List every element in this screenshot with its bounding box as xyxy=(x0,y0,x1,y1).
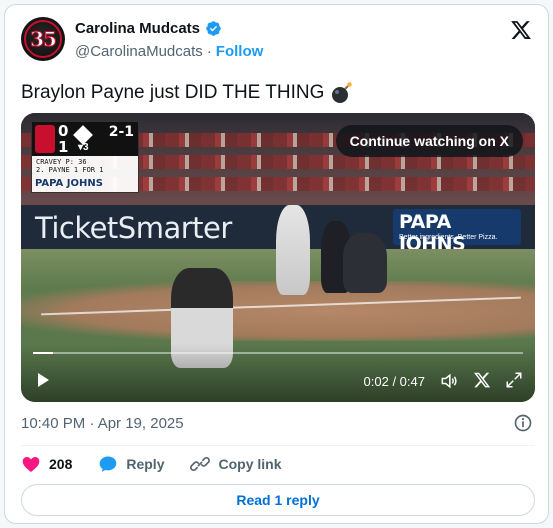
reply-bubble-icon xyxy=(100,456,117,472)
handle-separator: · xyxy=(206,43,212,60)
avatar-logo-ring xyxy=(24,20,62,58)
x-logo-icon[interactable] xyxy=(473,371,491,389)
verified-badge-icon xyxy=(206,21,221,36)
scorebug-header: 0 1 2-1 ▾3 xyxy=(32,122,138,156)
tweet-timestamp[interactable]: 10:40 PM · Apr 19, 2025 xyxy=(21,415,184,432)
scorebug-team-logo xyxy=(35,125,55,153)
copy-link-label: Copy link xyxy=(218,456,282,472)
fullscreen-icon[interactable] xyxy=(505,371,523,389)
video-player[interactable]: TicketSmarter PAPA JOHNS Better ingredie… xyxy=(21,113,535,402)
author-avatar[interactable]: 35 xyxy=(21,17,65,61)
reply-button[interactable]: Reply xyxy=(98,454,164,474)
video-controls: 0:02 / 0:47 xyxy=(21,344,535,402)
read-replies-button[interactable]: Read 1 reply xyxy=(21,484,535,516)
wall-sign-left: TicketSmarter xyxy=(35,211,232,245)
author-display-name[interactable]: Carolina Mudcats xyxy=(75,20,200,37)
scorebug: 0 1 2-1 ▾3 CRAVEY P: 36 2. PAYNE 1 FOR 1… xyxy=(31,121,139,193)
author-name-row: Carolina Mudcats xyxy=(75,20,222,37)
video-progress-bar[interactable] xyxy=(33,352,523,354)
scorebug-count: 2-1 xyxy=(108,124,134,140)
video-catcher xyxy=(343,233,387,293)
reply-label: Reply xyxy=(126,456,165,472)
scorebug-batter-line: 2. PAYNE 1 FOR 1 xyxy=(36,166,104,174)
video-progress-fill xyxy=(33,352,53,354)
scorebug-inning: ▾3 xyxy=(78,142,89,153)
x-logo-icon[interactable] xyxy=(510,19,532,41)
video-batter xyxy=(276,205,310,295)
heart-icon xyxy=(22,457,40,472)
scorebug-score-top: 0 xyxy=(58,122,69,140)
tweet-actions: 208 Reply Copy link xyxy=(21,453,308,475)
like-button[interactable]: 208 xyxy=(21,454,72,474)
divider xyxy=(21,445,535,446)
play-icon[interactable] xyxy=(35,372,51,388)
tweet-text: Braylon Payne just DID THE THING xyxy=(21,82,325,103)
scorebug-sponsor: PAPA JOHNS xyxy=(35,178,103,189)
scorebug-pitcher-line: CRAVEY P: 36 xyxy=(36,158,87,166)
tweet-text-row: Braylon Payne just DID THE THING xyxy=(21,81,354,105)
scorebug-score-bottom: 1 xyxy=(58,138,69,156)
continue-watching-button[interactable]: Continue watching on X xyxy=(335,125,523,157)
follow-button[interactable]: Follow xyxy=(216,43,264,60)
tweet-card: 35 Carolina Mudcats @CarolinaMudcats · F… xyxy=(4,4,549,524)
volume-icon[interactable] xyxy=(439,371,459,391)
author-handle-row: @CarolinaMudcats · Follow xyxy=(75,43,263,60)
author-handle[interactable]: @CarolinaMudcats xyxy=(75,43,203,60)
info-icon[interactable] xyxy=(513,413,533,433)
scorebug-lines: CRAVEY P: 36 2. PAYNE 1 FOR 1 xyxy=(36,158,103,174)
bomb-emoji-icon xyxy=(332,82,353,103)
copy-link-button[interactable]: Copy link xyxy=(190,454,282,474)
link-icon xyxy=(190,456,211,472)
wall-sign-right-sub: Better ingredients. Better Pizza. xyxy=(399,234,498,241)
scorebug-scores: 0 1 xyxy=(58,123,68,155)
video-time: 0:02 / 0:47 xyxy=(363,374,425,389)
wall-sign-right: PAPA JOHNS Better ingredients. Better Pi… xyxy=(393,209,521,255)
like-count: 208 xyxy=(49,456,73,472)
